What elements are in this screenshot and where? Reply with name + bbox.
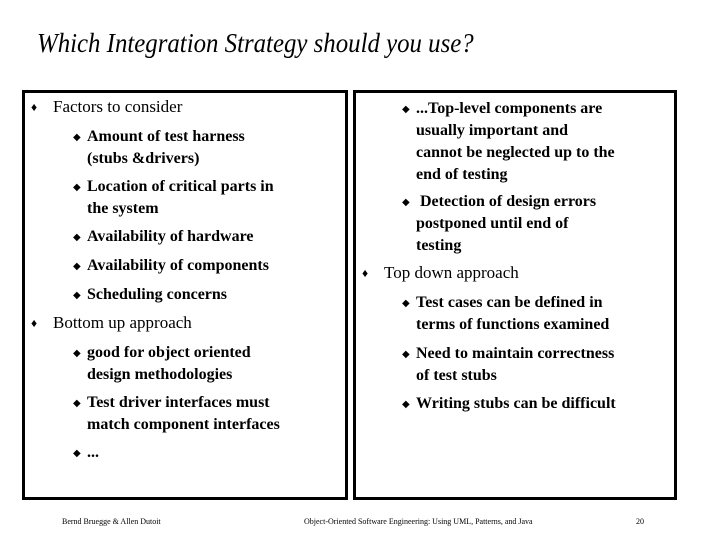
sub-bullet-text: Writing stubs can be difficult bbox=[416, 395, 616, 412]
bullet-text: Factors to consider bbox=[53, 97, 183, 116]
footer-page-number: 20 bbox=[636, 517, 644, 526]
sub-bullet-text: Scheduling concerns bbox=[87, 286, 228, 303]
sub-bullet-text: Need to maintain correctness of test stu… bbox=[416, 345, 615, 384]
small-diamond-bullet-icon: ◆ bbox=[402, 298, 410, 309]
small-diamond-bullet-icon: ◆ bbox=[73, 348, 81, 359]
sub-bullet-text: Location of critical parts in the system bbox=[87, 178, 274, 217]
small-diamond-bullet-icon: ◆ bbox=[73, 290, 81, 301]
small-diamond-bullet-icon: ◆ bbox=[73, 261, 81, 272]
small-diamond-bullet-icon: ◆ bbox=[73, 398, 81, 409]
small-diamond-bullet-icon: ◆ bbox=[402, 349, 410, 360]
small-diamond-bullet-icon: ◆ bbox=[73, 448, 81, 459]
diamond-bullet-icon: ♦ bbox=[362, 266, 369, 280]
sub-bullet-text: Amount of test harness (stubs &drivers) bbox=[87, 128, 245, 167]
small-diamond-bullet-icon: ◆ bbox=[402, 399, 410, 410]
sub-bullet-text: Detection of design errors postponed unt… bbox=[416, 193, 597, 254]
sub-bullet-text: Availability of hardware bbox=[87, 228, 254, 245]
sub-bullet-text: ...Top-level components are usually impo… bbox=[416, 100, 615, 183]
sub-bullet-text: Availability of components bbox=[87, 257, 269, 274]
sub-bullet-text: Test driver interfaces must match compon… bbox=[87, 394, 280, 433]
slide-title: Which Integration Strategy should you us… bbox=[37, 28, 474, 58]
small-diamond-bullet-icon: ◆ bbox=[73, 182, 81, 193]
small-diamond-bullet-icon: ◆ bbox=[402, 104, 410, 115]
footer-book-title: Object-Oriented Software Engineering: Us… bbox=[304, 517, 533, 526]
bullet-text: Top down approach bbox=[384, 263, 519, 282]
sub-bullet-text: good for object oriented design methodol… bbox=[87, 344, 251, 383]
bullet-text: Bottom up approach bbox=[53, 313, 192, 332]
small-diamond-bullet-icon: ◆ bbox=[73, 232, 81, 243]
sub-bullet-text: ... bbox=[87, 444, 99, 461]
diamond-bullet-icon: ♦ bbox=[31, 100, 38, 114]
sub-bullet-text: Test cases can be defined in terms of fu… bbox=[416, 294, 610, 333]
footer-authors: Bernd Bruegge & Allen Dutoit bbox=[62, 517, 161, 526]
diamond-bullet-icon: ♦ bbox=[31, 316, 38, 330]
small-diamond-bullet-icon: ◆ bbox=[402, 197, 410, 208]
left-content-panel: ♦ Factors to consider ◆ Amount of test h… bbox=[22, 90, 348, 500]
small-diamond-bullet-icon: ◆ bbox=[73, 132, 81, 143]
right-content-panel: ◆ ...Top-level components are usually im… bbox=[353, 90, 677, 500]
